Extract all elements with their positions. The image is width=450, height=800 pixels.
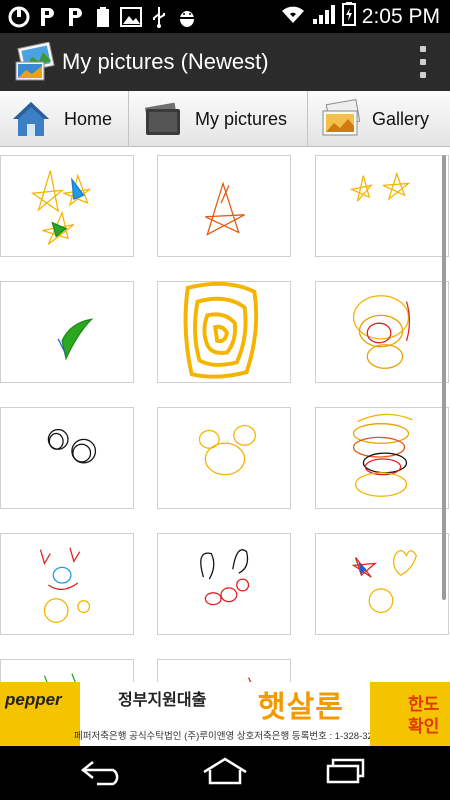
photos-icon [320, 98, 362, 139]
ad-right-line2: 확인 [408, 717, 440, 736]
thumbnail-grid [0, 147, 450, 682]
grid-scrollbar[interactable] [442, 155, 446, 600]
battery-charging-icon [341, 2, 356, 31]
usb-icon [148, 6, 170, 28]
nav-bar [0, 746, 450, 800]
signal-icon [312, 3, 336, 30]
thumbnail-drawing-2[interactable] [157, 155, 291, 257]
tab-gallery[interactable]: Gallery [308, 91, 450, 147]
status-bar: 2:05 PM [0, 0, 450, 33]
thumbnail-drawing-1[interactable] [0, 155, 134, 257]
tab-bar: Home My pictures Gallery [0, 91, 450, 147]
battery-full-icon [92, 6, 114, 28]
status-left-icons [0, 6, 198, 28]
tab-home-label: Home [64, 108, 113, 129]
back-icon [79, 756, 127, 791]
tab-home[interactable]: Home [0, 91, 129, 147]
ad-brand-text: 햇살론 [258, 691, 344, 724]
status-right-icons: 2:05 PM [280, 2, 450, 31]
ad-main-text: 정부지원대출 [118, 692, 207, 709]
ad-pepper-logo: pepper [5, 690, 62, 709]
thumbnail-drawing-14[interactable] [157, 659, 291, 682]
thumbnail-drawing-12[interactable] [315, 533, 449, 635]
action-bar: My pictures (Newest) [0, 33, 450, 91]
recent-apps-icon [323, 756, 371, 791]
house-icon [10, 99, 52, 139]
thumbnail-drawing-7[interactable] [0, 407, 134, 509]
home-icon [200, 756, 250, 791]
gallery-app-icon[interactable] [14, 41, 56, 82]
android-debug-icon [176, 6, 198, 28]
wifi-icon [280, 4, 306, 29]
recent-apps-button[interactable] [272, 746, 422, 800]
thumbnail-drawing-8[interactable] [157, 407, 291, 509]
ad-banner[interactable]: pepper 정부지원대출 햇살론 페퍼저축은행 공식수탁법인 (주)루이앤영 … [0, 682, 450, 746]
tab-my-pictures-label: My pictures [195, 108, 288, 129]
tab-gallery-label: Gallery [372, 108, 430, 129]
page-title: My pictures (Newest) [62, 49, 269, 74]
overflow-menu-icon[interactable] [418, 46, 428, 78]
thumbnail-drawing-6[interactable] [315, 281, 449, 383]
screen: 2:05 PM My pictures (Newest) Home My pic… [0, 0, 450, 800]
thumbnail-drawing-3[interactable] [315, 155, 449, 257]
image-icon [120, 6, 142, 28]
thumbnail-drawing-4[interactable] [0, 281, 134, 383]
ad-fine-print: 페퍼저축은행 공식수탁법인 (주)루이앤영 상호저축은행 등록번호 : 1-32… [74, 731, 384, 742]
thumbnail-drawing-13[interactable] [0, 659, 134, 682]
logo-icon [8, 6, 30, 28]
thumbnail-drawing-10[interactable] [0, 533, 134, 635]
thumbnail-drawing-5[interactable] [157, 281, 291, 383]
status-time: 2:05 PM [361, 4, 440, 28]
folder-icon [143, 99, 183, 139]
thumbnail-drawing-11[interactable] [157, 533, 291, 635]
thumbnail-drawing-9[interactable] [315, 407, 449, 509]
p-icon [36, 6, 58, 28]
p-icon [64, 6, 86, 28]
tab-my-pictures[interactable]: My pictures [129, 91, 308, 147]
